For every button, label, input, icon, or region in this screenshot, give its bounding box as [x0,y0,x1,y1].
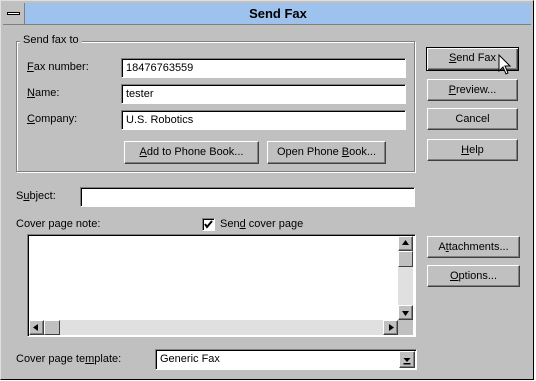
attachments-button[interactable]: Attachments... [427,236,520,258]
horizontal-scroll-track[interactable] [44,320,383,335]
scroll-left-button[interactable] [29,320,44,335]
preview-button[interactable]: Preview... [427,79,518,101]
window-title: Send Fax [249,6,307,21]
arrow-up-icon [402,240,409,245]
cover-page-template-label: Cover page template: [16,353,122,365]
fax-number-field[interactable]: 18476763559 [121,58,406,78]
send-cover-page-checkbox[interactable] [202,218,215,231]
cover-page-note-label: Cover page note: [16,218,101,230]
scroll-down-button[interactable] [398,305,413,320]
vertical-scroll-thumb[interactable] [398,251,413,267]
scroll-right-button[interactable] [383,320,398,335]
company-label: Company: [27,113,78,125]
subject-label: Subject: [16,190,56,202]
checkmark-icon [204,220,213,229]
cancel-button[interactable]: Cancel [427,108,518,130]
help-button[interactable]: Help [427,139,518,161]
name-field[interactable]: tester [121,84,406,104]
arrow-left-icon [33,324,38,331]
company-field[interactable]: U.S. Robotics [121,110,406,130]
open-phone-book-button[interactable]: Open Phone Book... [267,141,386,164]
horizontal-scroll-thumb[interactable] [44,320,60,335]
name-label: Name: [27,87,60,99]
arrow-down-icon [403,358,411,365]
mouse-cursor-icon [498,54,512,75]
add-to-phone-book-button[interactable]: Add to Phone Book... [124,141,259,164]
subject-field[interactable] [80,187,415,207]
send-cover-page-label: Send cover page [220,218,304,230]
arrow-down-icon [402,311,409,316]
fax-number-label: Fax number: [27,61,89,73]
scroll-corner [398,320,413,335]
system-menu-icon[interactable] [3,3,25,24]
send-fax-to-legend: Send fax to [20,34,82,46]
title-bar[interactable]: Send Fax [3,3,531,25]
send-fax-dialog: Send Fax Send fax to Fax number: 1847676… [0,0,534,380]
template-dropdown-button[interactable] [399,351,415,368]
options-button[interactable]: Options... [427,265,520,287]
scroll-up-button[interactable] [398,236,413,251]
cover-page-template-select[interactable]: Generic Fax [155,349,417,370]
arrow-right-icon [389,324,394,331]
